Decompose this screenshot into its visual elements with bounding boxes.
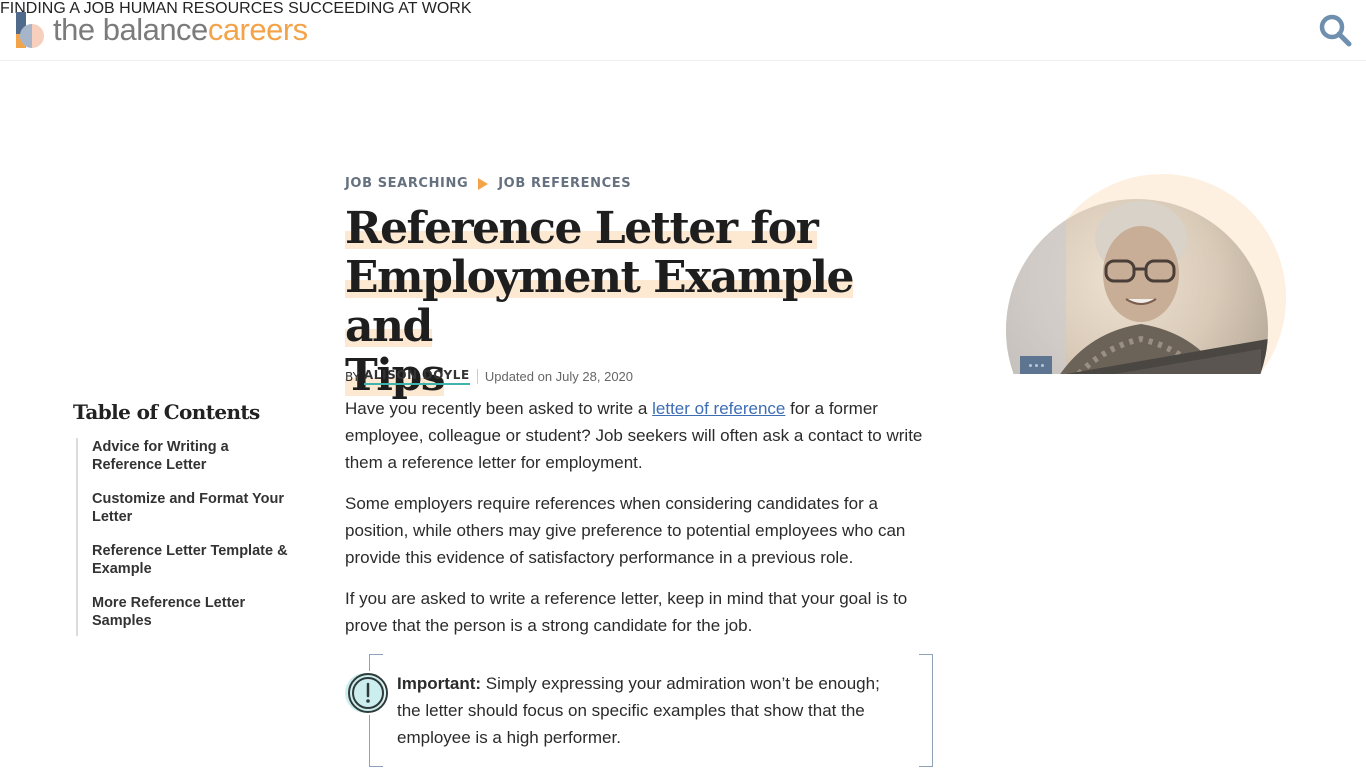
logo-text-accent: careers — [207, 12, 308, 47]
logo-text: the balancecareers — [53, 12, 308, 48]
important-callout: Important: Simply expressing your admira… — [345, 654, 933, 767]
author-link[interactable]: ALISON DOYLE — [363, 368, 470, 385]
breadcrumb-job-references[interactable]: JOB REFERENCES — [498, 176, 631, 191]
search-button[interactable] — [1318, 13, 1352, 47]
page-title-line-2: Employment Example and — [345, 252, 854, 352]
search-icon — [1319, 14, 1352, 47]
nav-succeeding-at-work[interactable]: SUCCEEDING AT WORK — [288, 0, 471, 17]
callout-bracket-right — [919, 654, 933, 767]
toc-item[interactable]: More Reference Letter Samples — [92, 594, 292, 630]
byline-divider — [476, 369, 478, 384]
article-paragraph: If you are asked to write a reference le… — [345, 589, 908, 635]
toc-item[interactable]: Reference Letter Template & Example — [92, 542, 292, 578]
article-body: Have you recently been asked to write a … — [345, 395, 940, 653]
letter-of-reference-link[interactable]: letter of reference — [652, 399, 785, 418]
logo-mark-icon — [16, 12, 44, 48]
breadcrumb: JOB SEARCHING JOB REFERENCES — [345, 176, 631, 191]
toc-item[interactable]: Customize and Format Your Letter — [92, 490, 292, 526]
toc-heading: Table of Contents — [73, 400, 260, 424]
callout-text: Important: Simply expressing your admira… — [397, 670, 907, 751]
paragraph-text: Have you recently been asked to write a — [345, 399, 653, 418]
site-logo[interactable]: the balancecareers — [16, 12, 308, 48]
logo-text-primary: the balance — [53, 12, 208, 47]
article-paragraph: Some employers require references when c… — [345, 494, 906, 567]
hero-image — [1006, 174, 1286, 374]
byline: BY ALISON DOYLE Updated on July 28, 2020 — [345, 368, 633, 385]
site-header: the balancecareers FINDING A JOB HUMAN R… — [0, 0, 1366, 61]
byline-prefix: BY — [345, 369, 360, 384]
toc-list: Advice for Writing a Reference Letter Cu… — [76, 438, 303, 636]
exclamation-circle-icon — [345, 671, 389, 715]
triangle-right-icon — [478, 177, 489, 190]
table-of-contents: Table of Contents Advice for Writing a R… — [73, 400, 303, 636]
more-dots-icon[interactable] — [1020, 356, 1052, 374]
page-title-line-1: Reference Letter for — [345, 203, 819, 254]
callout-label: Important: — [397, 674, 482, 693]
article-paragraph: Have you recently been asked to write a … — [345, 395, 940, 476]
breadcrumb-job-searching[interactable]: JOB SEARCHING — [345, 176, 468, 191]
updated-date: Updated on July 28, 2020 — [484, 369, 634, 384]
toc-item[interactable]: Advice for Writing a Reference Letter — [92, 438, 292, 474]
